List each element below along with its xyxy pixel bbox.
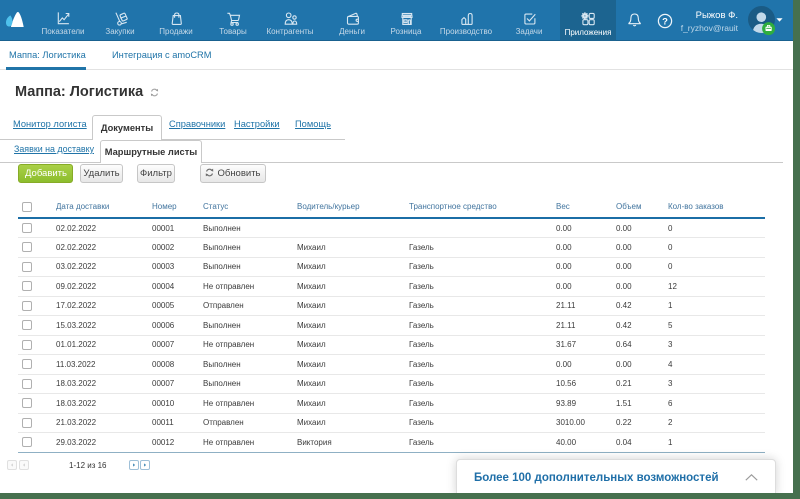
svg-text:?: ? bbox=[662, 16, 668, 27]
